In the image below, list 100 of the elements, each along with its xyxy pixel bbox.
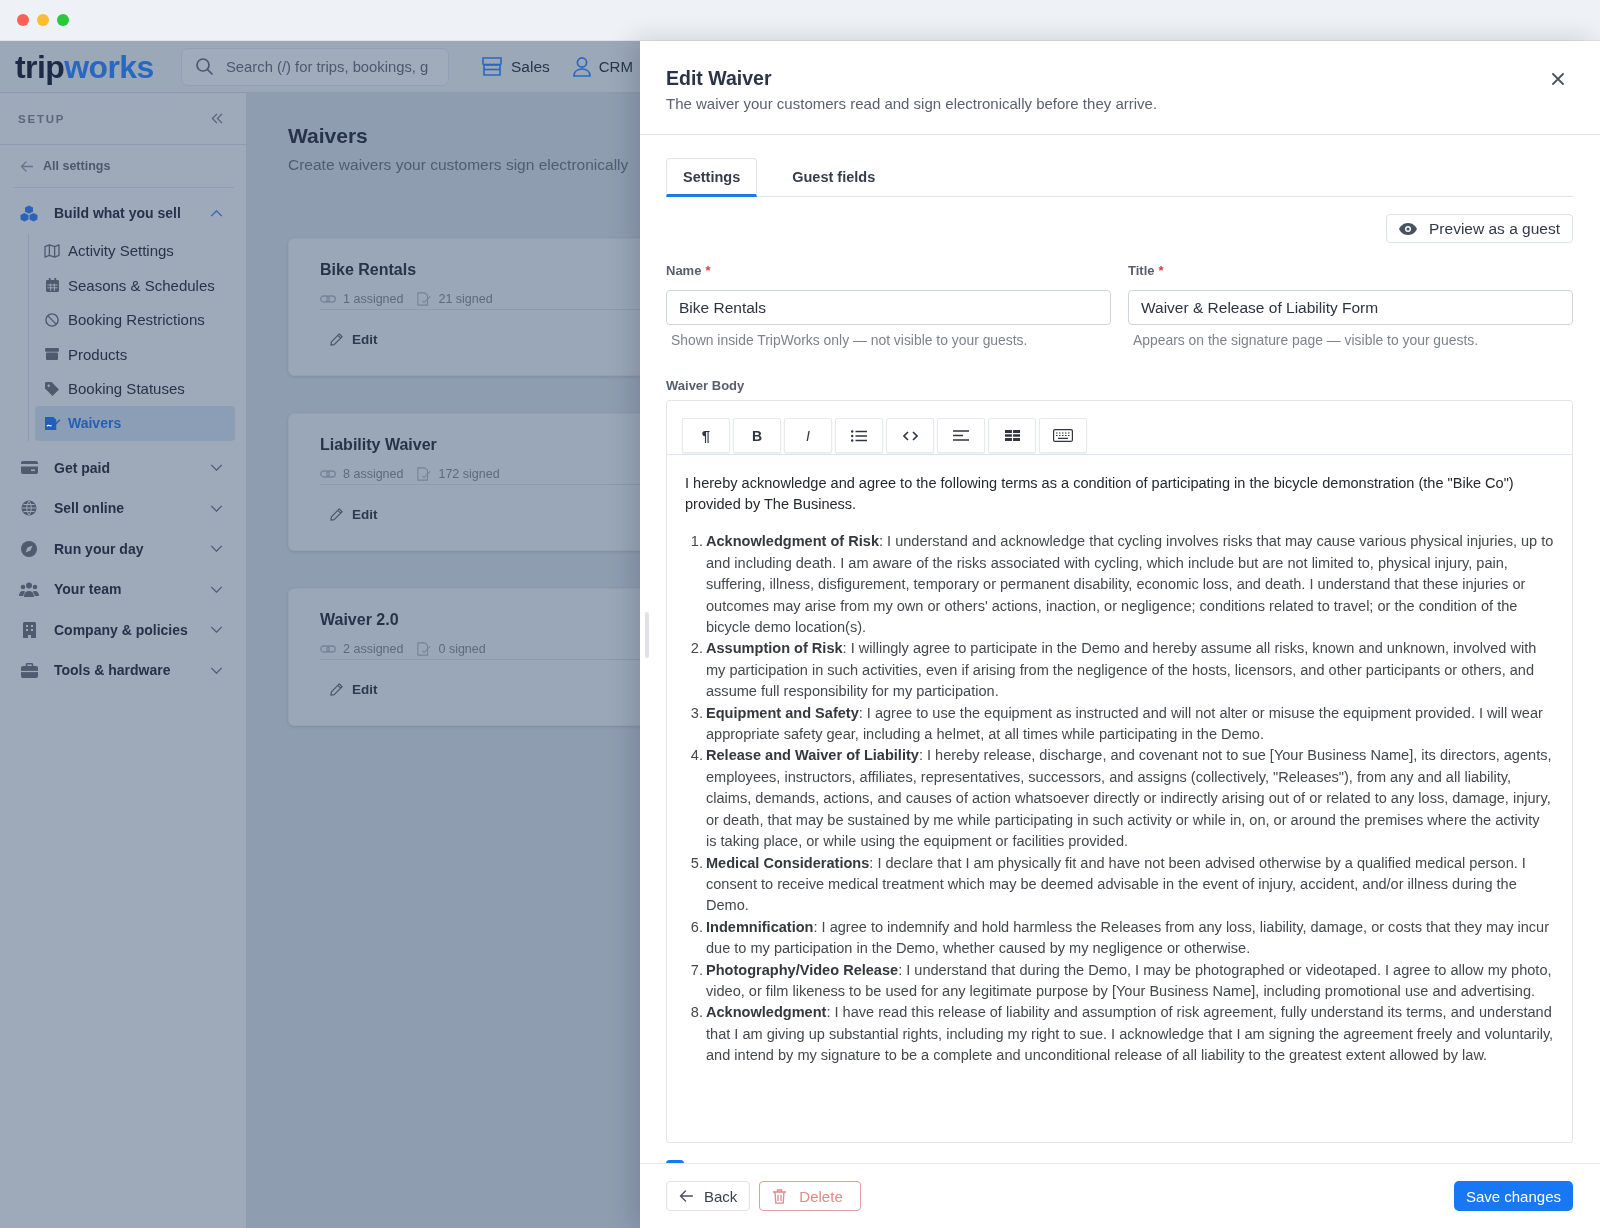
list-item-text: Assumption of Risk: I willingly agree to participate in the Demo and hereby assume all risks, known and unknown, involved with my participation in such activities, even if arising from the negligence of the hosts, licensors, and other participants or others, and assume full responsibility for my participation. — [706, 639, 1538, 702]
sidebar-section[interactable]: Sell online — [0, 488, 246, 529]
toolbar-button[interactable] — [835, 418, 883, 453]
toolbar-button[interactable] — [937, 418, 985, 453]
toolbar-button[interactable]: B — [733, 418, 781, 453]
building-icon — [22, 621, 36, 638]
field-label: Title * — [1128, 263, 1165, 279]
tab[interactable]: Guest fields — [775, 158, 893, 197]
window-close-icon[interactable] — [17, 14, 29, 26]
text-editor[interactable] — [666, 400, 1573, 1143]
list-number: 2. — [689, 639, 703, 659]
document-check-icon — [417, 292, 432, 306]
list-number: 6. — [689, 917, 703, 937]
tag-icon — [45, 381, 59, 396]
search-field[interactable]: Search (/) for trips, bookings, g — [181, 47, 449, 86]
toolbar-button[interactable] — [1039, 418, 1087, 453]
text-field[interactable]: Waiver & Release of Liability Form — [1128, 290, 1573, 325]
list-item-text: Acknowledgment of Risk: I understand and acknowledge that cycling involves risks that may cause various physical injuries, up to and including death. I am aware of the risks associated with cycling, which include but are not limited to, physical injury, pain, suffering, illness, disfigurement, temporary or permanent disability, economic loss, and death. I understand that these injuries or outcomes may arise from my own or others' actions, inaction, or negligence; conditions related to travel; or the condition of the bicycle demo location(s). — [706, 532, 1554, 638]
sidebar-section[interactable]: Run your day — [0, 528, 246, 569]
card-title: Bike Rentals — [320, 260, 418, 280]
link-icon — [320, 294, 336, 304]
cubes-icon — [20, 204, 38, 222]
toolbar-button[interactable]: I — [784, 418, 832, 453]
collapse-icon[interactable] — [211, 113, 223, 124]
close-icon[interactable] — [1552, 73, 1564, 85]
trash-icon — [773, 1188, 787, 1204]
text-field[interactable]: Bike Rentals — [666, 290, 1111, 325]
signed-count: 0 signed — [438, 642, 486, 656]
checkbox[interactable] — [666, 1160, 684, 1163]
pencil-icon — [330, 682, 343, 696]
assigned-count: 2 assigned — [343, 642, 404, 656]
body-paragraph: I hereby acknowledge and agree to the following terms as a condition of participating in the bicycle demonstration (the "Bike Co") provided by The Business. — [685, 474, 1515, 515]
nav-link[interactable]: Sales — [482, 57, 550, 76]
drag-handle-icon[interactable] — [645, 612, 649, 658]
sidebar-section[interactable]: Build what you sell — [0, 193, 246, 234]
link-icon — [320, 469, 336, 479]
logo: tripworks — [15, 48, 155, 85]
sidebar-section[interactable]: Tools & hardware — [0, 650, 246, 691]
signed-count: 21 signed — [438, 292, 493, 306]
list-number: 8. — [689, 1003, 703, 1023]
toolbar-button[interactable]: ¶ — [682, 418, 730, 453]
sidebar-item[interactable]: Products — [35, 337, 235, 372]
globe-icon — [21, 500, 37, 517]
ban-icon — [45, 312, 59, 327]
back-button[interactable]: Back — [666, 1181, 751, 1211]
list-number: 4. — [689, 746, 703, 766]
sidebar-item[interactable]: Activity Settings — [35, 233, 235, 268]
tab[interactable]: Settings — [666, 158, 758, 197]
help-text: Shown inside TripWorks only — not visible to your guests. — [670, 332, 1029, 348]
card-title: Waiver 2.0 — [320, 610, 400, 630]
sidebar-section[interactable]: Your team — [0, 569, 246, 610]
back-link[interactable]: All settings — [0, 145, 246, 187]
card-title: Liability Waiver — [320, 435, 438, 455]
pencil-icon — [330, 332, 343, 346]
sidebar-section[interactable]: Company & policies — [0, 609, 246, 650]
list-item-text: Release and Waiver of Liability: I hereby release, discharge, and covenant not to sue [Your Business Name], its directors, agents, employees, instructors, affiliates, representatives, successors, and assigns (collectively, "Releases"), from any and all liability, claims, demands, actions, and causes of action whatsoever directly or indirectly arising out of or related to any loss, damage, injury, or death, that may be sustained by me while participating in such activity or while in, on, or around the premises where the activity is taking place, or while using the equipment or facilities provided. — [706, 746, 1553, 852]
pencil-icon — [330, 507, 343, 521]
help-text: Appears on the signature page — visible to your guests. — [1132, 332, 1480, 348]
list-number: 7. — [689, 960, 703, 980]
panel-title: Edit Waiver — [666, 66, 773, 91]
save-button[interactable]: Save changes — [1453, 1181, 1573, 1211]
package-icon — [45, 348, 59, 361]
list-item-text: Indemnification: I agree to indemnify and hold harmless the Releases from any loss, liability, damage, or costs that they may incur due to my participation in the Demo, whether caused by my negligence or otherwise. — [706, 917, 1550, 959]
calendar-icon — [45, 278, 59, 293]
document-check-icon — [417, 642, 432, 656]
document-pen-icon — [43, 415, 61, 431]
page-subtitle: Create waivers your customers sign electronically — [288, 155, 630, 175]
list-item-text: Medical Considerations: I declare that I am physically fit and have not been advised otherwise by a qualified medical person. I consent to receive medical treatment which may be deemed advisable in the event of injury, accident, and/or illness during the Demo. — [706, 853, 1527, 916]
map-icon — [44, 243, 60, 258]
toolbar-button[interactable] — [988, 418, 1036, 453]
field-label: Name * — [666, 263, 712, 279]
compass-icon — [21, 540, 37, 557]
list-number: 5. — [689, 853, 703, 873]
sidebar-item[interactable]: Seasons & Schedules — [35, 268, 235, 303]
briefcase-icon — [20, 662, 38, 678]
eye-icon — [1399, 222, 1418, 235]
sidebar-item[interactable]: Booking Statuses — [35, 371, 235, 406]
list-number: 1. — [689, 532, 703, 552]
list-item-text: Acknowledgment: I have read this release of liability and assumption of risk agreement, fully understand its terms, and understand that I am giving up substantial rights, including my right to sue. I acknowledge that I am signing the agreement freely and voluntarily, and intend by my signature to be a complete and unconditional release of all liability to the greatest extent allowed by law. — [706, 1003, 1554, 1066]
nav-link[interactable]: CRM — [572, 56, 633, 77]
section-title: SETUP — [18, 112, 66, 125]
list-item-text: Photography/Video Release: I understand that during the Demo, I may be photographed or videotaped. I agree to allow my photo, video, or film likeness to be used for any legitimate purpose by [Your Business Name], including promotional use and advertising. — [706, 960, 1553, 1001]
people-icon — [19, 581, 39, 597]
sidebar-section[interactable]: Get paid — [0, 447, 246, 488]
document-check-icon — [417, 467, 432, 481]
edit-link[interactable]: Edit — [330, 329, 378, 349]
preview-button[interactable]: Preview as a guest — [1386, 214, 1573, 243]
store-icon — [482, 57, 502, 76]
assigned-count: 8 assigned — [343, 467, 404, 481]
align-left-icon — [953, 430, 969, 441]
sidebar-item[interactable]: Booking Restrictions — [35, 302, 235, 337]
table-icon — [1004, 430, 1020, 441]
user-icon — [572, 56, 591, 77]
arrow-left-icon — [20, 160, 33, 172]
edit-link[interactable]: Edit — [330, 504, 378, 524]
code-icon — [902, 430, 918, 441]
signed-count: 172 signed — [438, 467, 500, 481]
search-icon — [196, 58, 213, 75]
credit-card-icon — [20, 461, 38, 475]
edit-link[interactable]: Edit — [330, 679, 378, 699]
